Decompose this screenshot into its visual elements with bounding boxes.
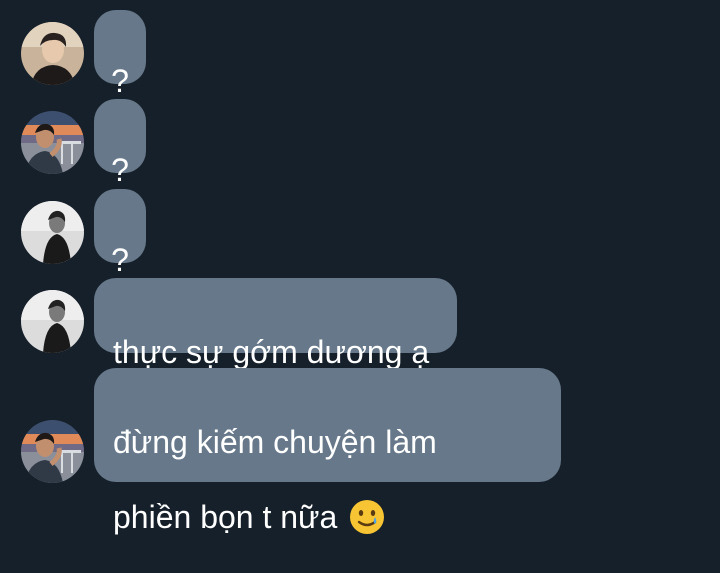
avatar[interactable]	[21, 290, 84, 353]
avatar[interactable]	[21, 201, 84, 264]
message-bubble[interactable]: ?	[94, 99, 146, 188]
message-text: ?	[111, 242, 129, 278]
avatar-photo-bw	[21, 201, 84, 264]
message-text: phiền bọn t nữa	[113, 499, 338, 535]
message-text: thực sự gớm dương ạ	[113, 334, 430, 370]
message-bubble[interactable]: ?	[94, 189, 146, 278]
message-text-line: đừng kiếm chuyện làm	[113, 424, 437, 460]
avatar-photo-dark	[21, 22, 84, 85]
message-text: ?	[111, 63, 129, 99]
avatar[interactable]	[21, 420, 84, 483]
message-bubble[interactable]: đừng kiếm chuyện làm phiền bọn t nữa	[94, 368, 561, 535]
avatar[interactable]	[21, 22, 84, 85]
message-bubble[interactable]: thực sự gớm dương ạ	[94, 278, 457, 370]
avatar[interactable]	[21, 111, 84, 174]
avatar-photo-sunset	[21, 420, 84, 483]
avatar-photo-bw	[21, 290, 84, 353]
message-text-line: phiền bọn t nữa	[113, 498, 542, 536]
smiling-face-with-tear-icon	[350, 500, 385, 534]
avatar-photo-sunset	[21, 111, 84, 174]
message-text: ?	[111, 152, 129, 188]
message-bubble[interactable]: ?	[94, 10, 146, 99]
